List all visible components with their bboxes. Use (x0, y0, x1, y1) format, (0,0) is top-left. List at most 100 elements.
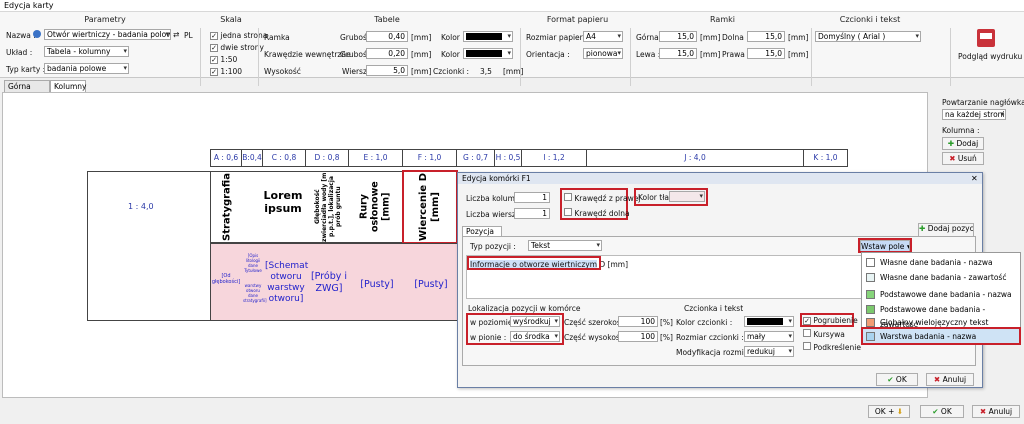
edge-right-check[interactable]: Krawędź z prawej (564, 193, 640, 203)
checkbox[interactable]: ✓ (210, 56, 218, 64)
head-lorem[interactable]: Lorem ipsum (261, 189, 305, 215)
horiz-select[interactable]: wyśrodkuj (510, 316, 560, 327)
bold-check[interactable]: ✓ Pogrubienie (803, 316, 858, 325)
right-input[interactable]: 15,0 (747, 48, 785, 59)
col-d[interactable]: D : 0,8 (305, 149, 349, 167)
group-margins: Ramki (710, 15, 735, 24)
type-select[interactable]: Tekst (528, 240, 602, 251)
orient-select[interactable]: pionowa (583, 48, 623, 59)
cols-input[interactable]: 1 (514, 192, 550, 203)
checkbox[interactable]: ✓ (210, 68, 218, 76)
translate-icon[interactable]: ⇄ (173, 30, 179, 39)
ok-plus-button[interactable]: OK + ⬇ (868, 405, 910, 418)
checkbox[interactable] (803, 329, 811, 337)
delete-icon: ✖ (949, 154, 956, 163)
bottom-input[interactable]: 15,0 (747, 31, 785, 42)
bg-select[interactable] (669, 191, 705, 202)
font-size-select[interactable]: mały (744, 331, 794, 342)
unit-label: [mm] (700, 33, 721, 42)
dialog-cancel-button[interactable]: ✖ Anuluj (926, 373, 974, 386)
col-f[interactable]: F : 1,0 (402, 149, 457, 167)
preview-button[interactable]: Podgląd wydruku (958, 52, 1022, 61)
checkbox[interactable]: ✓ (210, 32, 218, 40)
head-stratygrafia[interactable]: Stratygrafia (211, 172, 243, 242)
printer-icon[interactable] (977, 29, 995, 47)
insert-box (858, 238, 912, 253)
col-b[interactable]: B:0,4 (241, 149, 263, 167)
cell-a[interactable]: [Od głębokości] (211, 273, 241, 285)
font-select[interactable]: Domyślny ( Arial ) (815, 31, 921, 42)
layout-label: Układ : (6, 48, 33, 57)
menu-item-own-name[interactable]: Własne dane badania - nazwa (862, 255, 1020, 270)
row-label-cell[interactable]: 1 : 4,0 (87, 171, 211, 321)
delete-column-button[interactable]: ✖ Usuń (942, 152, 984, 165)
col-i[interactable]: I : 1,2 (521, 149, 587, 167)
scale-opt-4[interactable]: ✓ 1:100 (210, 67, 242, 76)
font-color-label: Kolor czcionki : (676, 318, 733, 327)
layout-select[interactable]: Tabela - kolumny (44, 46, 129, 57)
bottom-label: Dolna : (722, 33, 749, 42)
col-c[interactable]: C : 0,8 (262, 149, 306, 167)
thick1-input[interactable]: 0,40 (366, 31, 408, 42)
repeat-select[interactable]: na każdej stronie (942, 109, 1006, 120)
cell-b2[interactable]: warstwy otworu dane stratygrafii] (243, 283, 267, 303)
font-color-select[interactable] (744, 316, 794, 327)
cell-e[interactable]: [Pusty] (353, 279, 401, 290)
cancel-button[interactable]: ✖ Anuluj (972, 405, 1020, 418)
vert-select[interactable]: do środka (510, 331, 560, 342)
checkbox[interactable] (564, 208, 572, 216)
rows-input[interactable]: 5,0 (366, 65, 408, 76)
add-column-button[interactable]: ✚ Dodaj (942, 137, 984, 150)
checkbox[interactable] (803, 342, 811, 350)
font-mod-select[interactable]: redukuj (744, 346, 794, 357)
cell-c[interactable]: [Schemat otworu warstwy otworu] (265, 261, 308, 305)
group-tables: Tabele (374, 15, 400, 24)
unit-label: [mm] (788, 50, 809, 59)
cell-b1[interactable]: [Opis litologii dane Tytułowe (243, 253, 263, 273)
col-h[interactable]: H : 0,5 (494, 149, 522, 167)
col-k[interactable]: K : 1,0 (803, 149, 848, 167)
menu-item-basic-name[interactable]: Podstawowe dane badania - nazwa (862, 287, 1020, 302)
highlight-wiercenie (402, 170, 458, 244)
ok-button[interactable]: ✔ OK (920, 405, 964, 418)
italic-check[interactable]: Kursywa (803, 329, 845, 339)
underline-check[interactable]: Podkreślenie (803, 342, 861, 352)
orient-label: Orientacja : (526, 50, 570, 59)
rows-input[interactable]: 1 (514, 208, 550, 219)
head-rury[interactable]: Rury osłonowe [mm] (351, 172, 399, 242)
frame-label: Ramka (264, 33, 290, 42)
name-select[interactable]: Otwór wiertniczy - badania polowe (44, 29, 171, 40)
cell-f[interactable]: [Pusty] (404, 279, 458, 290)
paper-size-select[interactable]: A4 (583, 31, 623, 42)
scale-opt-3[interactable]: ✓ 1:50 (210, 55, 237, 64)
text-box (467, 256, 601, 270)
close-icon[interactable]: ✕ (971, 174, 978, 183)
cell-d[interactable]: [Próby i ZWG] (308, 271, 350, 295)
type-select[interactable]: badania polowe (44, 63, 129, 74)
width-input[interactable]: 100 (618, 316, 658, 327)
col-g[interactable]: G : 0,7 (456, 149, 495, 167)
col-e[interactable]: E : 1,0 (348, 149, 403, 167)
thick2-input[interactable]: 0,20 (366, 48, 408, 59)
tab-top-table[interactable]: Górna tabela (4, 80, 50, 102)
col-a[interactable]: A : 0,6 (210, 149, 242, 167)
checkbox[interactable]: ✓ (803, 317, 811, 325)
checkbox[interactable] (564, 193, 572, 201)
edge-bottom-check[interactable]: Krawędź dolna (564, 208, 630, 218)
color2-select[interactable] (463, 48, 513, 59)
group-params: Parametry (84, 15, 126, 24)
dialog-ok-button[interactable]: ✔ OK (876, 373, 918, 386)
menu-item-own-content[interactable]: Własne dane badania - zawartość (862, 270, 1020, 285)
left-input[interactable]: 15,0 (659, 48, 697, 59)
unit-label: [mm] (411, 50, 432, 59)
head-glebokosc[interactable]: Głębokość zwierciadła wody [m p.p.t.], l… (307, 172, 349, 242)
swatch-global-text (866, 318, 875, 327)
arrow-down-icon: ⬇ (896, 407, 904, 416)
scale-opt-2[interactable]: ✓ dwie strony (210, 43, 264, 52)
height-input[interactable]: 100 (618, 331, 658, 342)
checkbox[interactable]: ✓ (210, 44, 218, 52)
top-input[interactable]: 15,0 (659, 31, 697, 42)
col-j[interactable]: J : 4,0 (586, 149, 804, 167)
tab-columns[interactable]: Kolumny (50, 80, 86, 92)
color1-select[interactable] (463, 31, 513, 42)
